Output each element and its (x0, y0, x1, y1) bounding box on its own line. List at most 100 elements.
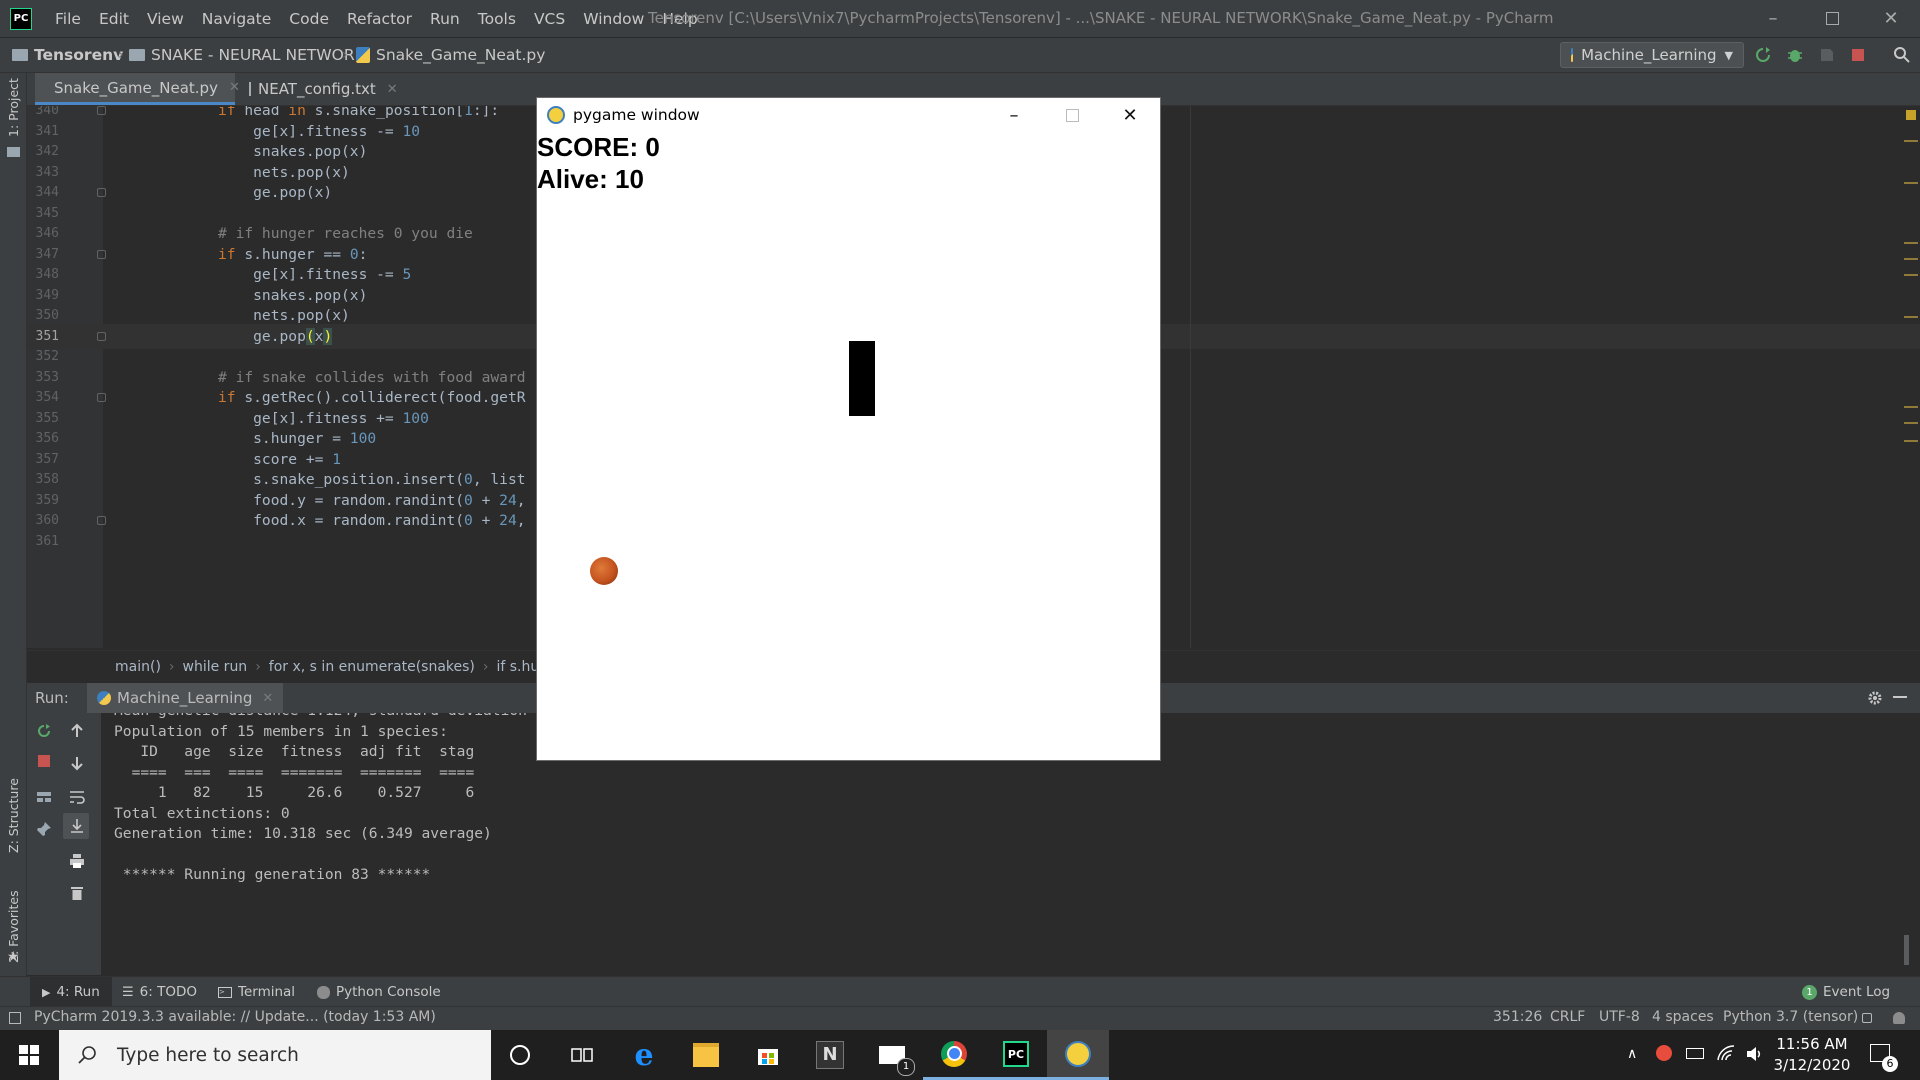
structure-tool-button[interactable]: Z: Structure (6, 778, 21, 853)
print-icon[interactable] (69, 853, 85, 869)
cortana-button[interactable] (489, 1030, 551, 1080)
indent-setting[interactable]: 4 spaces (1652, 1009, 1714, 1025)
taskbar-app-n[interactable]: N (799, 1030, 861, 1080)
line-number: 361 (35, 533, 59, 549)
tab-todo[interactable]: ☰ 6: TODO (110, 977, 209, 1007)
pin-icon[interactable] (36, 821, 52, 837)
rerun-icon[interactable] (36, 723, 52, 739)
volume-icon[interactable] (1745, 1045, 1763, 1063)
minimize-icon[interactable]: – (1744, 0, 1802, 37)
minimize-panel-icon[interactable] (1893, 696, 1907, 698)
fold-marker-icon[interactable] (97, 106, 106, 115)
fold-marker-icon[interactable] (97, 249, 106, 259)
tab-neat-config[interactable]: NEAT_config.txt ✕ (237, 73, 407, 105)
start-button[interactable] (0, 1030, 58, 1080)
debug-icon[interactable] (1786, 46, 1804, 64)
fold-marker-icon[interactable] (97, 331, 106, 341)
system-clock[interactable]: 11:56 AM 3/12/2020 (1762, 1034, 1862, 1076)
run-configuration-select[interactable]: Machine_Learning ▼ (1560, 42, 1744, 68)
breadcrumb-project[interactable]: Tensorenv (12, 38, 123, 72)
stop-icon[interactable] (38, 755, 50, 767)
stop-icon[interactable] (1852, 49, 1864, 61)
n-app-icon: N (816, 1041, 844, 1069)
menu-edit[interactable]: Edit (90, 10, 138, 28)
taskbar-app-pycharm[interactable]: PC (985, 1030, 1047, 1080)
panel-toggle-icon[interactable] (9, 1012, 21, 1024)
taskbar-app-chrome[interactable] (923, 1030, 985, 1080)
close-tab-icon[interactable]: ✕ (387, 82, 398, 97)
chrome-icon (941, 1040, 967, 1067)
tab-snake-game-neat[interactable]: Snake_Game_Neat.py ✕ (35, 73, 240, 105)
event-log-button[interactable]: 1 Event Log (1790, 977, 1902, 1007)
arrow-down-icon[interactable] (69, 755, 85, 771)
python-interpreter[interactable]: Python 3.7 (tensor) (1723, 1009, 1858, 1025)
menu-navigate[interactable]: Navigate (193, 10, 281, 28)
lock-icon[interactable] (1862, 1013, 1872, 1023)
taskbar-app-pygame[interactable] (1047, 1030, 1109, 1080)
caret-position[interactable]: 351:26 (1493, 1009, 1542, 1025)
edge-icon: e (634, 1037, 654, 1073)
inspector-icon[interactable] (1893, 1012, 1905, 1024)
menu-tools[interactable]: Tools (469, 10, 525, 28)
chevron-right-icon: › (118, 47, 124, 63)
pygame-window[interactable]: pygame window – ✕ SCORE: 0 Alive: 10 (536, 97, 1161, 761)
taskbar-app-mail[interactable]: 1 (861, 1030, 923, 1080)
maximize-icon[interactable] (1043, 98, 1101, 133)
breadcrumb-folder[interactable]: SNAKE - NEURAL NETWORK (129, 38, 365, 72)
battery-icon[interactable] (1686, 1048, 1704, 1059)
menu-run[interactable]: Run (421, 10, 469, 28)
search-icon[interactable] (1893, 46, 1911, 64)
menu-window[interactable]: Window (574, 10, 653, 28)
layout-icon[interactable] (36, 789, 52, 805)
menu-vcs[interactable]: VCS (525, 10, 574, 28)
taskbar-app-store[interactable] (737, 1030, 799, 1080)
arrow-up-icon[interactable] (69, 723, 85, 739)
file-explorer-icon (693, 1043, 719, 1067)
menu-file[interactable]: File (46, 10, 90, 28)
chevron-up-icon[interactable]: ∧ (1627, 1046, 1637, 1062)
menu-code[interactable]: Code (280, 10, 338, 28)
console-scrollbar[interactable] (1904, 935, 1909, 965)
tab-run[interactable]: ▶ 4: Run (30, 977, 112, 1007)
file-encoding[interactable]: UTF-8 (1599, 1009, 1640, 1025)
task-view-icon (571, 1048, 593, 1062)
trash-icon[interactable] (69, 885, 85, 901)
rerun-icon[interactable] (1754, 46, 1772, 64)
restore-icon[interactable] (1803, 0, 1861, 37)
fold-marker-icon[interactable] (97, 188, 106, 197)
wifi-icon[interactable] (1716, 1044, 1736, 1062)
gear-icon[interactable] (1867, 690, 1883, 706)
title-bar: PC File Edit View Navigate Code Refactor Run To… (0, 0, 1920, 38)
breadcrumb-file[interactable]: Snake_Game_Neat.py (356, 38, 545, 72)
update-message[interactable]: PyCharm 2019.3.3 available: // Update...… (34, 1009, 436, 1025)
taskbar-app-edge[interactable]: e (613, 1030, 675, 1080)
pycharm-icon: PC (1003, 1040, 1029, 1067)
breadcrumb-while[interactable]: while run (175, 659, 256, 675)
close-icon[interactable]: ✕ (1862, 0, 1920, 37)
taskbar-app-explorer[interactable] (675, 1030, 737, 1080)
event-count-badge: 1 (1802, 984, 1817, 1000)
line-separator[interactable]: CRLF (1550, 1009, 1585, 1025)
soft-wrap-icon[interactable] (69, 789, 85, 805)
close-tab-icon[interactable]: ✕ (262, 691, 273, 706)
menu-view[interactable]: View (138, 10, 193, 28)
task-view-button[interactable] (551, 1030, 613, 1080)
antivirus-icon[interactable] (1656, 1045, 1672, 1061)
tab-python-console[interactable]: Python Console (305, 977, 453, 1007)
breadcrumb-for[interactable]: for x, s in enumerate(snakes) (261, 659, 483, 675)
project-tool-button[interactable]: 1: Project (6, 78, 21, 137)
fold-marker-icon[interactable] (97, 393, 106, 402)
run-tab[interactable]: Machine_Learning ✕ (87, 683, 284, 713)
breadcrumb-main[interactable]: main() (107, 659, 169, 675)
tab-terminal[interactable]: > Terminal (206, 977, 307, 1007)
fold-marker-icon[interactable] (97, 516, 106, 525)
coverage-icon[interactable] (1818, 46, 1836, 64)
menu-refactor[interactable]: Refactor (338, 10, 421, 28)
taskbar-search[interactable]: Type here to search (59, 1030, 491, 1080)
minimize-icon[interactable]: – (985, 98, 1043, 133)
snake (849, 341, 875, 416)
pycharm-logo-icon[interactable]: PC (10, 8, 32, 30)
close-icon[interactable]: ✕ (1101, 98, 1159, 133)
pygame-title-bar[interactable]: pygame window – ✕ (537, 98, 1160, 133)
error-stripe[interactable] (1904, 106, 1920, 648)
